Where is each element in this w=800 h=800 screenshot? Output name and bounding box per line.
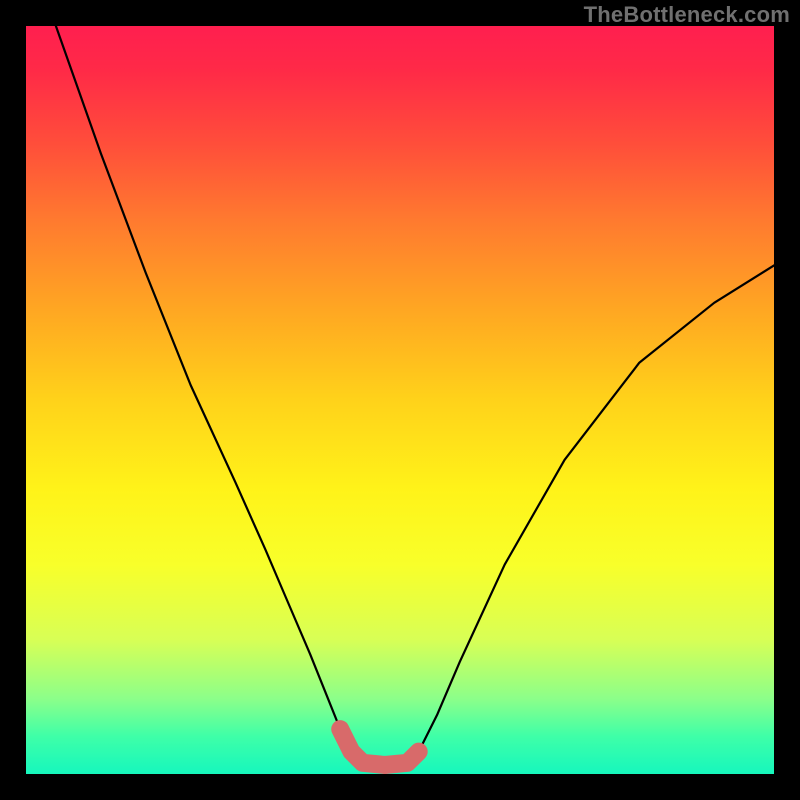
bottleneck-highlight-path: [340, 729, 419, 765]
bottleneck-chart: [26, 26, 774, 774]
plot-area: [26, 26, 774, 774]
chart-frame: TheBottleneck.com: [0, 0, 800, 800]
watermark-text: TheBottleneck.com: [584, 2, 790, 28]
bottleneck-curve-path: [56, 26, 774, 765]
